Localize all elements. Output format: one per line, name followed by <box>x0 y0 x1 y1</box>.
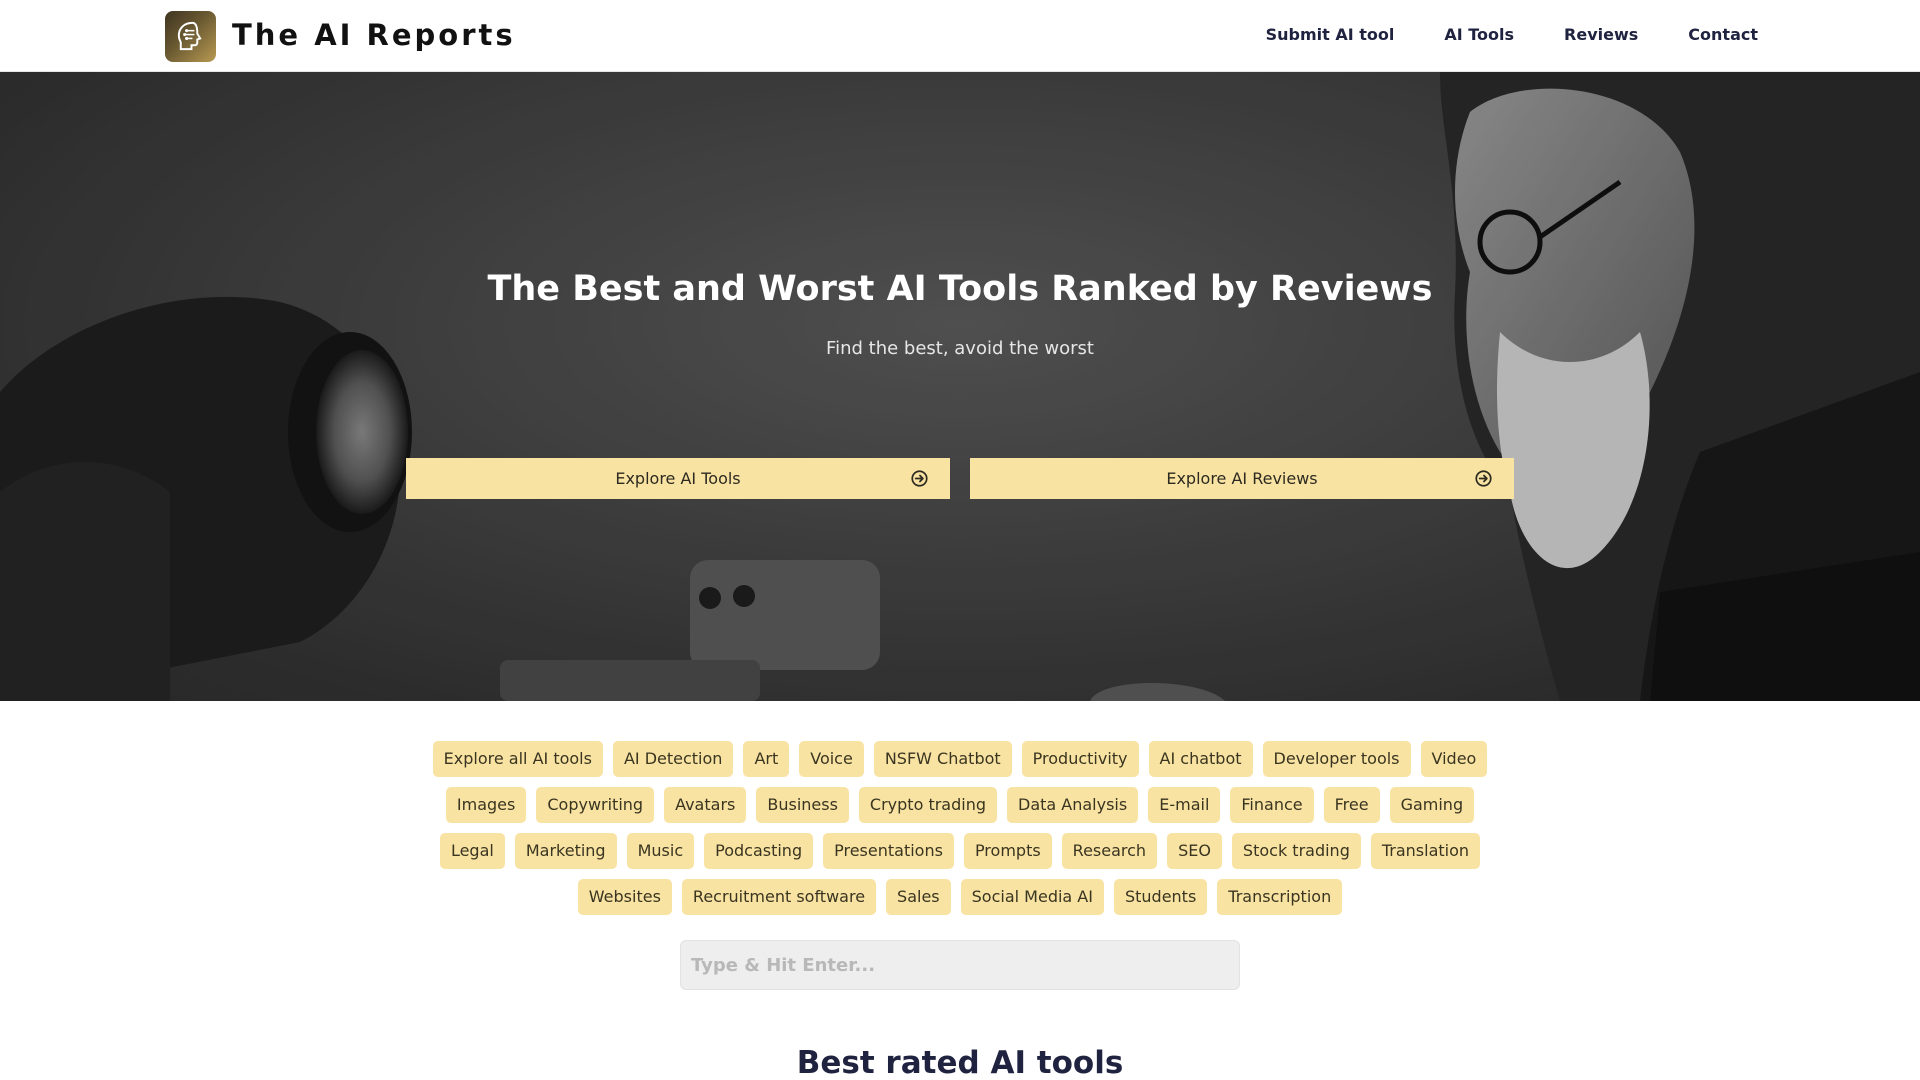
category-tags: Explore all AI tools AI Detection Art Voice… <box>410 741 1510 915</box>
category-tag[interactable]: Students <box>1113 879 1208 915</box>
explore-ai-tools-label: Explore AI Tools <box>615 469 741 488</box>
category-tag[interactable]: Marketing <box>514 833 617 869</box>
nav-reviews[interactable]: Reviews <box>1564 22 1638 48</box>
nav-ai-tools[interactable]: AI Tools <box>1444 22 1514 48</box>
brand-name[interactable]: The AI Reports <box>232 16 516 54</box>
category-tag[interactable]: Podcasting <box>704 833 814 869</box>
category-tag[interactable]: Avatars <box>664 787 747 823</box>
main-nav: Submit AI tool AI Tools Reviews Contact <box>1266 22 1758 48</box>
category-tag[interactable]: Social Media AI <box>960 879 1104 915</box>
explore-ai-tools-button[interactable]: Explore AI Tools <box>406 458 950 499</box>
category-tag[interactable]: Voice <box>799 741 864 777</box>
category-tag[interactable]: Gaming <box>1389 787 1475 823</box>
category-tag[interactable]: SEO <box>1167 833 1222 869</box>
best-rated-section-title: Best rated AI tools <box>796 1045 1124 1080</box>
arrow-right-circle-icon <box>911 470 928 487</box>
hero-overlay <box>0 72 1920 701</box>
category-tag[interactable]: Copywriting <box>536 787 655 823</box>
category-tag[interactable]: Stock trading <box>1231 833 1361 869</box>
category-tag[interactable]: Business <box>756 787 849 823</box>
logo-icon[interactable] <box>165 11 216 62</box>
category-tag[interactable]: Explore all AI tools <box>432 741 603 777</box>
hero-title: The Best and Worst AI Tools Ranked by Re… <box>487 269 1433 309</box>
hero-subtitle: Find the best, avoid the worst <box>826 338 1094 359</box>
head-circuit-icon <box>177 21 202 51</box>
category-tag[interactable]: Websites <box>577 879 672 915</box>
hero-banner: The Best and Worst AI Tools Ranked by Re… <box>0 72 1920 701</box>
category-tag[interactable]: Recruitment software <box>681 879 877 915</box>
category-tag[interactable]: Crypto trading <box>858 787 997 823</box>
category-tag[interactable]: E-mail <box>1148 787 1221 823</box>
category-tag[interactable]: Transcription <box>1217 879 1343 915</box>
category-tag[interactable]: Prompts <box>963 833 1052 869</box>
site-header: The AI Reports Submit AI tool AI Tools R… <box>0 0 1920 72</box>
category-tag[interactable]: Sales <box>886 879 951 915</box>
category-tag[interactable]: Developer tools <box>1262 741 1411 777</box>
category-tag[interactable]: Images <box>445 787 527 823</box>
category-tag[interactable]: Video <box>1420 741 1488 777</box>
category-tag[interactable]: AI Detection <box>612 741 734 777</box>
category-tag[interactable]: Art <box>743 741 790 777</box>
explore-ai-reviews-button[interactable]: Explore AI Reviews <box>970 458 1514 499</box>
search-input[interactable] <box>680 940 1240 990</box>
category-tag[interactable]: NSFW Chatbot <box>873 741 1012 777</box>
category-tag[interactable]: Presentations <box>823 833 954 869</box>
nav-submit-ai-tool[interactable]: Submit AI tool <box>1266 22 1395 48</box>
arrow-right-circle-icon <box>1475 470 1492 487</box>
category-tag[interactable]: Finance <box>1230 787 1314 823</box>
category-tag[interactable]: Research <box>1061 833 1158 869</box>
category-tag[interactable]: Data Analysis <box>1007 787 1139 823</box>
explore-ai-reviews-label: Explore AI Reviews <box>1166 469 1318 488</box>
category-tag[interactable]: Translation <box>1370 833 1481 869</box>
category-tag[interactable]: Music <box>626 833 695 869</box>
category-tag[interactable]: Free <box>1323 787 1380 823</box>
category-tag[interactable]: AI chatbot <box>1148 741 1253 777</box>
nav-contact[interactable]: Contact <box>1688 22 1758 48</box>
category-tag[interactable]: Legal <box>439 833 505 869</box>
category-tag[interactable]: Productivity <box>1021 741 1139 777</box>
